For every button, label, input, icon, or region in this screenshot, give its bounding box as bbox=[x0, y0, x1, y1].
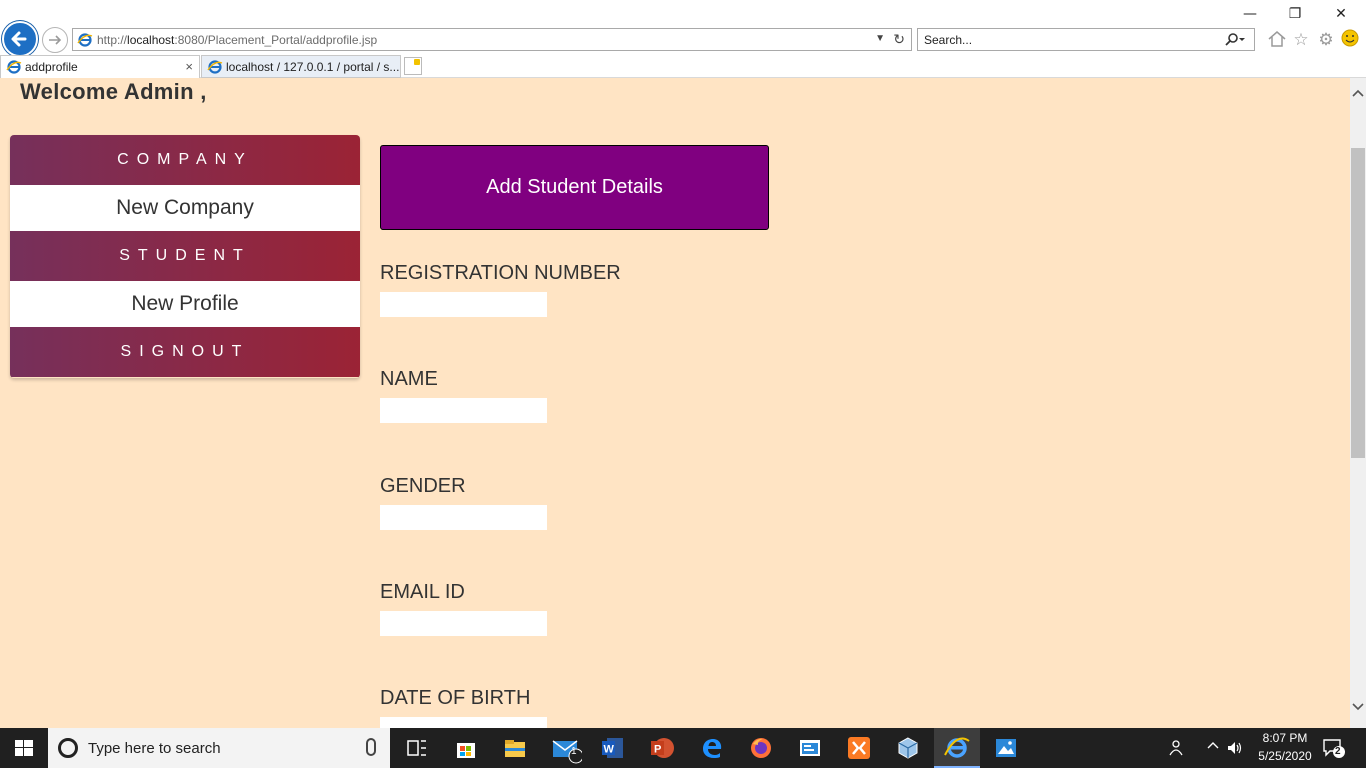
page-scrollbar[interactable] bbox=[1350, 78, 1366, 728]
address-bar[interactable]: http://localhost:8080/Placement_Portal/a… bbox=[72, 28, 912, 51]
add-student-details-header: Add Student Details bbox=[380, 145, 769, 230]
edge-icon[interactable] bbox=[700, 736, 724, 760]
browser-chrome: — ❐ ✕ http://localhost:8080/Placement_Po… bbox=[0, 0, 1366, 78]
app-window-icon[interactable] bbox=[798, 736, 822, 760]
virtualbox-icon[interactable] bbox=[896, 736, 920, 760]
address-dropdown-icon[interactable]: ▼ bbox=[875, 33, 885, 44]
label-email-id: EMAIL ID bbox=[380, 581, 465, 603]
scroll-up-icon[interactable] bbox=[1350, 88, 1366, 104]
close-window-button[interactable]: ✕ bbox=[1326, 4, 1356, 24]
word-icon[interactable]: W bbox=[601, 736, 625, 760]
search-icon[interactable] bbox=[1224, 32, 1246, 51]
restore-button[interactable]: ❐ bbox=[1280, 4, 1310, 24]
refresh-icon[interactable]: ↻ bbox=[893, 31, 905, 48]
tab-label: localhost / 127.0.0.1 / portal / s... bbox=[226, 60, 400, 74]
ie-page-icon bbox=[77, 33, 93, 47]
registration-number-input[interactable] bbox=[380, 292, 547, 317]
windows-taskbar: Type here to search 1 W P 8:07 PM 5/25/2… bbox=[0, 728, 1366, 768]
menu-heading-student[interactable]: STUDENT bbox=[10, 231, 360, 281]
name-input[interactable] bbox=[380, 398, 547, 423]
people-icon[interactable] bbox=[1168, 739, 1186, 760]
clock-time[interactable]: 8:07 PM bbox=[1250, 731, 1320, 745]
favorites-star-icon[interactable]: ☆ bbox=[1290, 29, 1312, 51]
minimize-button[interactable]: — bbox=[1235, 4, 1265, 24]
back-button[interactable] bbox=[2, 21, 38, 57]
powerpoint-icon[interactable]: P bbox=[650, 736, 674, 760]
xampp-icon[interactable] bbox=[847, 736, 871, 760]
svg-text:P: P bbox=[654, 744, 661, 756]
forward-arrow-icon bbox=[49, 35, 62, 45]
volume-icon[interactable] bbox=[1226, 739, 1244, 760]
date-of-birth-input[interactable] bbox=[380, 717, 547, 728]
notifications-icon[interactable]: 2 bbox=[1322, 737, 1346, 762]
clock-date[interactable]: 5/25/2020 bbox=[1250, 749, 1320, 763]
mail-badge: 1 bbox=[571, 746, 577, 757]
label-date-of-birth: DATE OF BIRTH bbox=[380, 687, 531, 709]
task-view-icon[interactable] bbox=[405, 736, 429, 760]
tab-close-icon[interactable]: × bbox=[185, 56, 193, 78]
url-text: http://localhost:8080/Placement_Portal/a… bbox=[97, 33, 378, 47]
home-icon[interactable] bbox=[1266, 29, 1288, 51]
mail-icon[interactable]: 1 bbox=[552, 736, 584, 764]
windows-logo-icon bbox=[15, 740, 33, 756]
taskbar-search-text: Type here to search bbox=[88, 740, 221, 757]
ie-tab-icon bbox=[6, 60, 22, 74]
taskbar-ie-active[interactable] bbox=[934, 728, 980, 768]
microphone-icon[interactable] bbox=[366, 738, 376, 756]
svg-text:W: W bbox=[604, 744, 615, 756]
menu-signout[interactable]: SIGNOUT bbox=[10, 327, 360, 377]
cortana-icon bbox=[58, 738, 78, 758]
new-tab-button[interactable] bbox=[404, 57, 422, 75]
photos-icon[interactable] bbox=[994, 736, 1018, 760]
tab-label: addprofile bbox=[25, 60, 78, 74]
smiley-feedback-icon[interactable] bbox=[1339, 29, 1361, 51]
tab-addprofile[interactable]: addprofile × bbox=[0, 55, 200, 78]
page-content: Welcome Admin , COMPANY New Company STUD… bbox=[0, 78, 1350, 728]
menu-item-new-company[interactable]: New Company bbox=[10, 185, 360, 231]
browser-search-input[interactable] bbox=[924, 30, 1214, 50]
email-id-input[interactable] bbox=[380, 611, 547, 636]
menu-heading-company[interactable]: COMPANY bbox=[10, 135, 360, 185]
taskbar-search[interactable]: Type here to search bbox=[48, 728, 390, 768]
file-explorer-icon[interactable] bbox=[503, 736, 527, 760]
gender-input[interactable] bbox=[380, 505, 547, 530]
browser-search-box[interactable] bbox=[917, 28, 1255, 51]
notification-count: 2 bbox=[1335, 746, 1341, 757]
label-name: NAME bbox=[380, 368, 438, 390]
welcome-heading: Welcome Admin , bbox=[20, 79, 207, 104]
internet-explorer-icon bbox=[944, 737, 970, 758]
label-gender: GENDER bbox=[380, 475, 466, 497]
label-registration-number: REGISTRATION NUMBER bbox=[380, 262, 621, 284]
sidebar-menu: COMPANY New Company STUDENT New Profile … bbox=[10, 135, 360, 378]
firefox-icon[interactable] bbox=[749, 736, 773, 760]
scroll-thumb[interactable] bbox=[1351, 148, 1365, 458]
chevron-up-icon[interactable] bbox=[1206, 739, 1220, 756]
ie-tab-icon bbox=[207, 60, 223, 74]
menu-item-new-profile[interactable]: New Profile bbox=[10, 281, 360, 327]
tab-phpmyadmin[interactable]: localhost / 127.0.0.1 / portal / s... bbox=[201, 55, 401, 78]
gear-icon[interactable]: ⚙ bbox=[1315, 29, 1337, 51]
start-button[interactable] bbox=[0, 728, 48, 768]
back-arrow-icon bbox=[11, 31, 27, 47]
forward-button[interactable] bbox=[42, 27, 68, 53]
store-icon[interactable] bbox=[454, 736, 478, 760]
scroll-down-icon[interactable] bbox=[1350, 702, 1366, 718]
